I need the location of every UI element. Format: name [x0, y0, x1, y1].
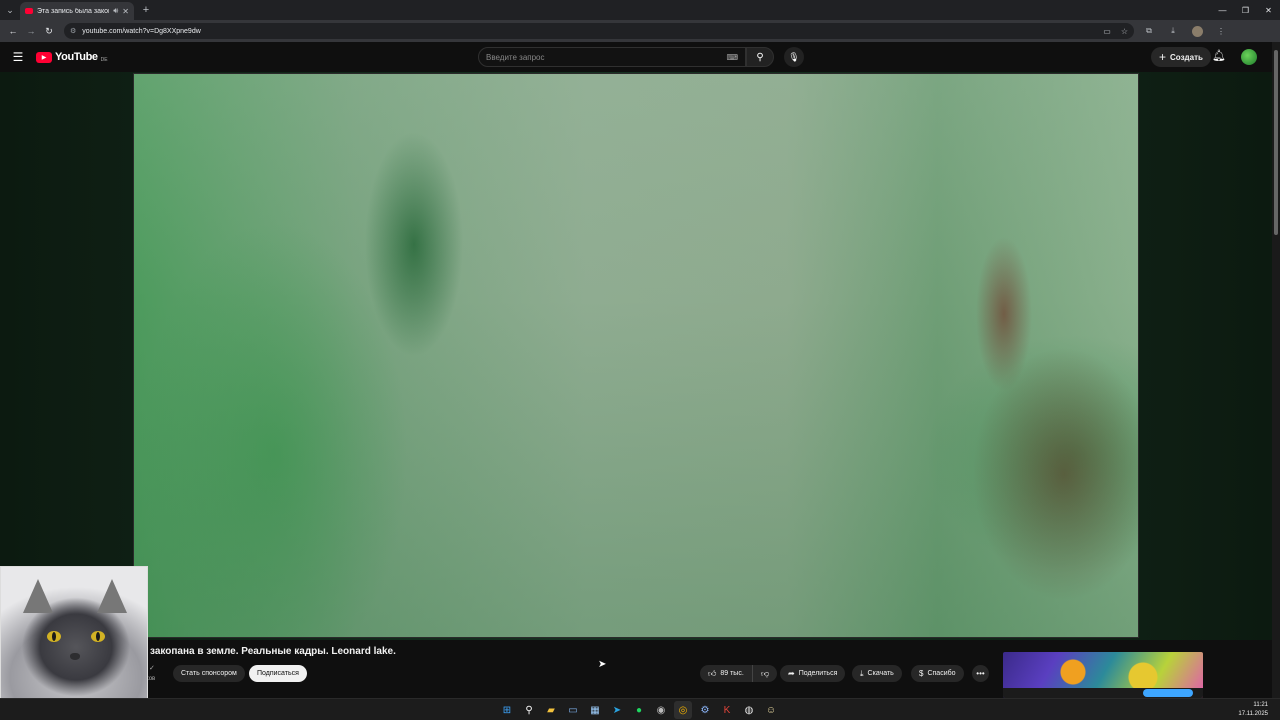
subscribe-button[interactable]: Подписаться	[249, 665, 307, 682]
thanks-button[interactable]: $ Спасибо	[911, 665, 964, 682]
youtube-masthead: ☰ ▶ YouTube DE ⌨ ⚲ 🎙︎ + Создать 🔔︎	[0, 42, 1272, 72]
like-count: 89 тыс.	[720, 670, 744, 677]
tab-title: Эта запись была закопана	[37, 7, 109, 15]
cat-ear	[97, 579, 127, 613]
thumbs-down-icon: 👎︎	[761, 668, 770, 678]
account-avatar[interactable]	[1241, 49, 1257, 65]
share-label: Поделиться	[798, 670, 838, 677]
bookmark-star-icon[interactable]: ☆	[1121, 27, 1128, 36]
taskbar-apps: ⊞ ⚲ ▰ ▭ ▦ ➤ ● ◉ ◎ ⚙ K ◍ ☺	[498, 701, 780, 719]
logo-wordmark: YouTube	[55, 51, 98, 63]
new-tab-icon[interactable]: +	[138, 4, 154, 16]
youtube-favicon-icon	[25, 8, 33, 14]
keyboard-icon[interactable]: ⌨	[726, 53, 738, 62]
share-icon: ➦	[788, 669, 795, 678]
download-button[interactable]: ⤓ Скачать	[852, 665, 902, 682]
sponsor-button[interactable]: Стать спонсором	[173, 665, 245, 682]
webcam-overlay	[0, 566, 148, 720]
file-explorer-icon[interactable]: ▰	[542, 701, 560, 719]
tab-search-icon[interactable]: ⌄	[0, 0, 20, 20]
thanks-label: Спасибо	[927, 670, 956, 677]
url-text: youtube.com/watch?v=Dg8XXpne9dw	[82, 27, 201, 35]
microphone-icon: 🎙︎	[788, 51, 800, 62]
more-actions-icon[interactable]: •••	[972, 665, 989, 682]
obs-icon[interactable]: ◉	[652, 701, 670, 719]
cat-eye	[47, 631, 61, 642]
browser-tabstrip: ⌄ Эта запись была закопана 🔊︎ ✕ + — ❐ ✕	[0, 0, 1280, 20]
country-code: DE	[100, 57, 108, 63]
search-input[interactable]	[486, 52, 727, 62]
restore-icon[interactable]: ❐	[1234, 0, 1257, 20]
taskbar-search-icon[interactable]: ⚲	[520, 701, 538, 719]
scrollbar-thumb[interactable]	[1274, 50, 1278, 235]
plus-icon: +	[1159, 50, 1167, 64]
youtube-logo[interactable]: ▶ YouTube DE	[36, 51, 108, 63]
system-clock[interactable]: 11:21 17.11.2025	[1238, 701, 1268, 719]
cat-eye	[91, 631, 105, 642]
cat-ear	[23, 579, 53, 613]
subscribe-label: Подписаться	[257, 670, 299, 677]
clock-date: 17.11.2025	[1238, 711, 1268, 717]
hamburger-menu-icon[interactable]: ☰	[0, 50, 36, 64]
app-k-icon[interactable]: K	[718, 701, 736, 719]
windows-taskbar: ⊞ ⚲ ▰ ▭ ▦ ➤ ● ◉ ◎ ⚙ K ◍ ☺ 11:21 17.11.20…	[0, 698, 1280, 720]
speaker-icon[interactable]: 🔊︎	[113, 6, 118, 16]
cat-nose	[70, 653, 80, 660]
sponsor-label: Стать спонсором	[181, 670, 237, 677]
site-info-icon[interactable]: ⚙	[70, 27, 76, 35]
share-button[interactable]: ➦ Поделиться	[780, 665, 846, 682]
create-button[interactable]: + Создать	[1151, 47, 1211, 67]
minimize-icon[interactable]: —	[1211, 0, 1234, 20]
profile-avatar[interactable]	[1188, 22, 1206, 40]
thumbs-up-icon: 👍︎	[708, 668, 717, 678]
browser-menu-icon[interactable]: ⋮	[1212, 22, 1230, 40]
telegram-icon[interactable]: ➤	[608, 701, 626, 719]
create-label: Создать	[1170, 52, 1203, 62]
download-label: Скачать	[867, 670, 894, 677]
video-frame	[134, 74, 1138, 637]
back-icon[interactable]: ←	[4, 22, 22, 40]
steam-icon[interactable]: ⚙	[696, 701, 714, 719]
close-window-icon[interactable]: ✕	[1257, 0, 1280, 20]
cast-icon[interactable]: ▭	[1103, 27, 1111, 36]
chrome-icon[interactable]: ◎	[674, 701, 692, 719]
browser-toolbar: ← → ↻ ⚙ youtube.com/watch?v=Dg8XXpne9dw …	[0, 20, 1280, 42]
youtube-play-icon: ▶	[36, 51, 52, 63]
start-menu-icon[interactable]: ⊞	[498, 701, 516, 719]
verified-icon: ✓	[149, 665, 155, 672]
browser-tab[interactable]: Эта запись была закопана 🔊︎ ✕	[20, 2, 134, 20]
video-player[interactable]	[133, 73, 1139, 638]
close-tab-icon[interactable]: ✕	[122, 7, 129, 16]
terminal-icon[interactable]: ▭	[564, 701, 582, 719]
download-icon[interactable]: ⤓	[1164, 22, 1182, 40]
download-arrow-icon: ⤓	[860, 668, 864, 678]
extensions-icon[interactable]: ⧉	[1140, 22, 1158, 40]
thanks-icon: $	[919, 669, 924, 678]
voice-search-button[interactable]: 🎙︎	[784, 47, 804, 67]
clock-time: 11:21	[1253, 702, 1268, 708]
page-scrollbar[interactable]	[1272, 42, 1280, 698]
mouse-cursor-icon: ➤	[598, 659, 607, 670]
dislike-button[interactable]: 👎︎	[752, 665, 778, 682]
address-bar[interactable]: ⚙ youtube.com/watch?v=Dg8XXpne9dw ▭ ☆	[64, 23, 1134, 39]
calendar-app-icon[interactable]: ▦	[586, 701, 604, 719]
app-record-icon[interactable]: ◍	[740, 701, 758, 719]
promo-banner[interactable]	[1003, 652, 1203, 698]
promo-cta-button[interactable]	[1143, 689, 1193, 697]
video-title: закопана в земле. Реальные кадры. Leonar…	[150, 646, 396, 657]
search-box: ⌨	[478, 47, 746, 67]
app-emoji-icon[interactable]: ☺	[762, 701, 780, 719]
search-icon: ⚲	[756, 51, 764, 63]
notifications-bell-icon[interactable]: 🔔︎	[1212, 49, 1226, 62]
reload-icon[interactable]: ↻	[40, 22, 58, 40]
search-button[interactable]: ⚲	[746, 47, 774, 67]
window-controls: — ❐ ✕	[1211, 0, 1280, 20]
spotify-icon[interactable]: ●	[630, 701, 648, 719]
forward-icon[interactable]: →	[22, 22, 40, 40]
like-button[interactable]: 👍︎ 89 тыс.	[700, 665, 752, 682]
